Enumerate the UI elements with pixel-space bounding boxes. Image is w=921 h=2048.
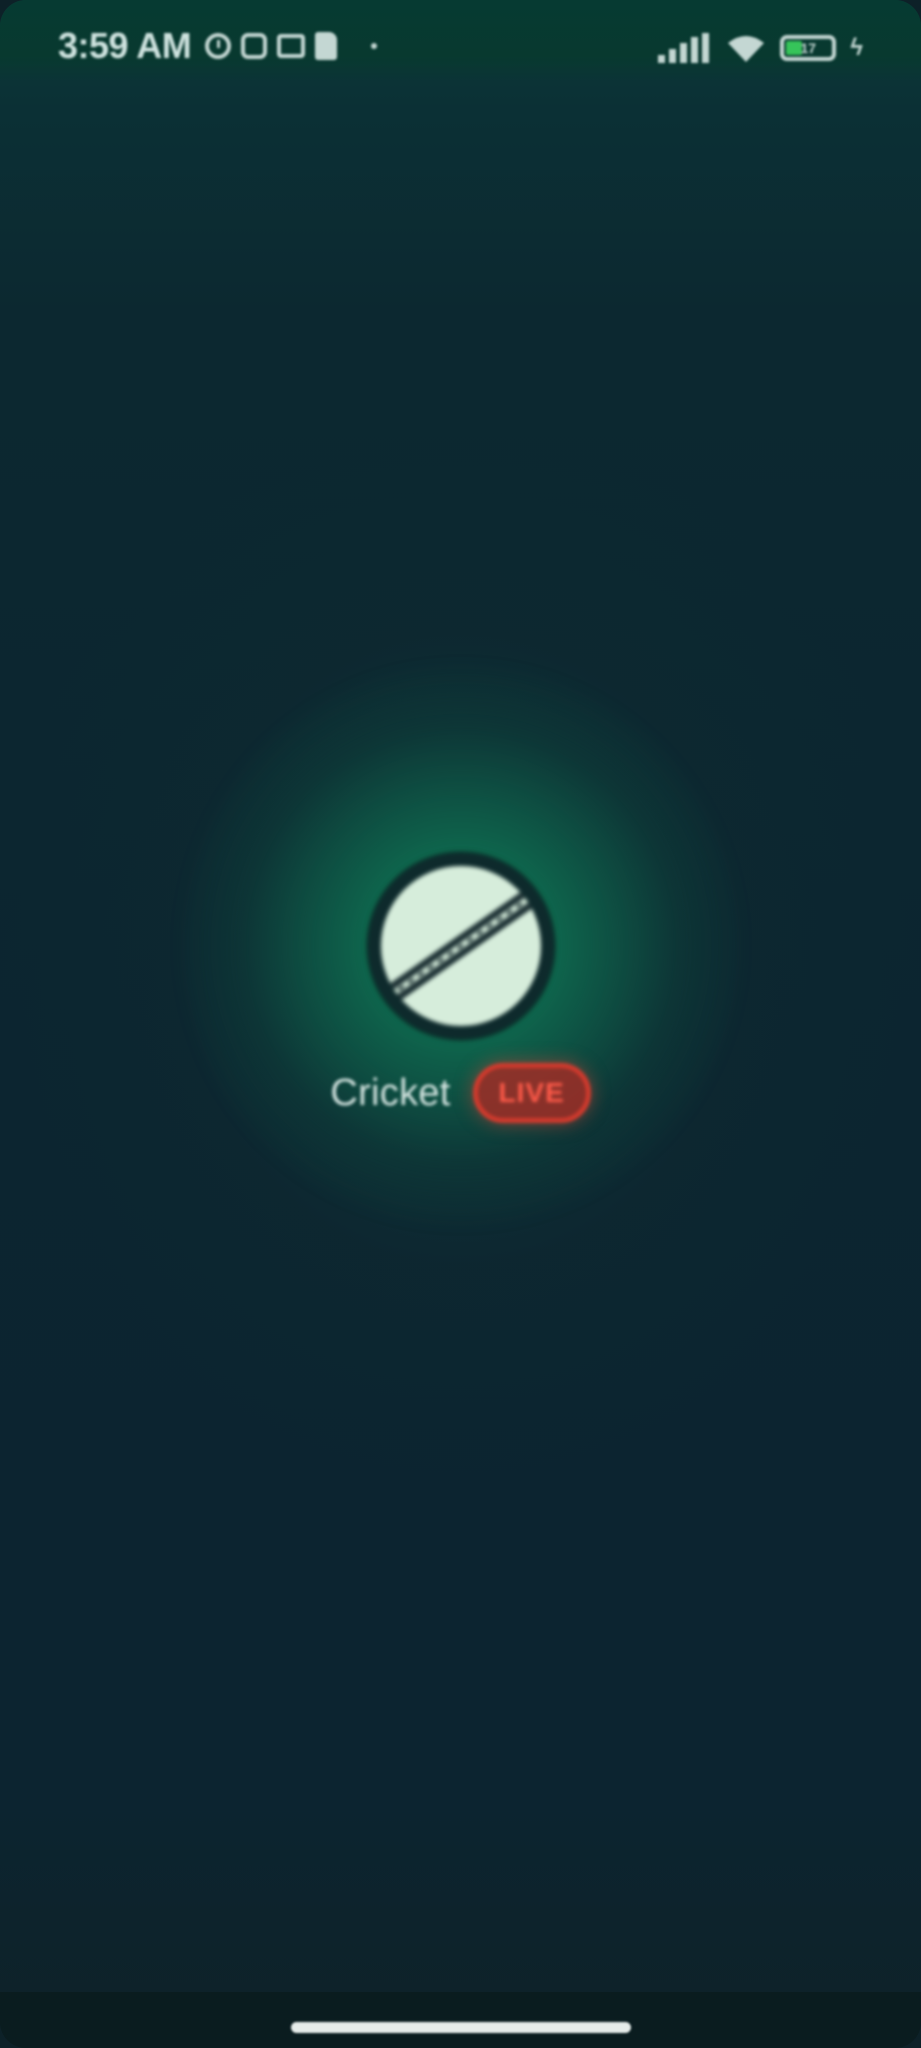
dot-icon (371, 43, 378, 49)
signal-icon (658, 33, 712, 63)
status-right: 17 ϟ (658, 30, 863, 66)
status-left: 3:59 AM (58, 25, 378, 66)
card-icon (277, 34, 306, 58)
instagram-icon (241, 33, 268, 59)
sport-title-row: Cricket LIVE (0, 1058, 921, 1128)
live-badge: LIVE (472, 1063, 591, 1123)
charging-icon: ϟ (850, 34, 863, 61)
status-bar: 3:59 AM 17 ϟ (0, 0, 921, 80)
wifi-icon (726, 33, 766, 63)
cricket-ball (381, 866, 541, 1026)
sim-icon (315, 32, 338, 60)
navigation-bar (0, 1992, 921, 2048)
battery-icon: 17 (780, 35, 837, 61)
app-screen: 3:59 AM 17 ϟ Cricket LIVE (0, 0, 921, 2048)
status-time: 3:59 AM (58, 25, 192, 66)
alarm-icon (205, 33, 232, 59)
sport-name: Cricket (330, 1071, 451, 1114)
battery-level: 17 (800, 40, 817, 56)
home-indicator[interactable] (291, 2022, 631, 2033)
cricket-ball-icon (368, 853, 554, 1039)
